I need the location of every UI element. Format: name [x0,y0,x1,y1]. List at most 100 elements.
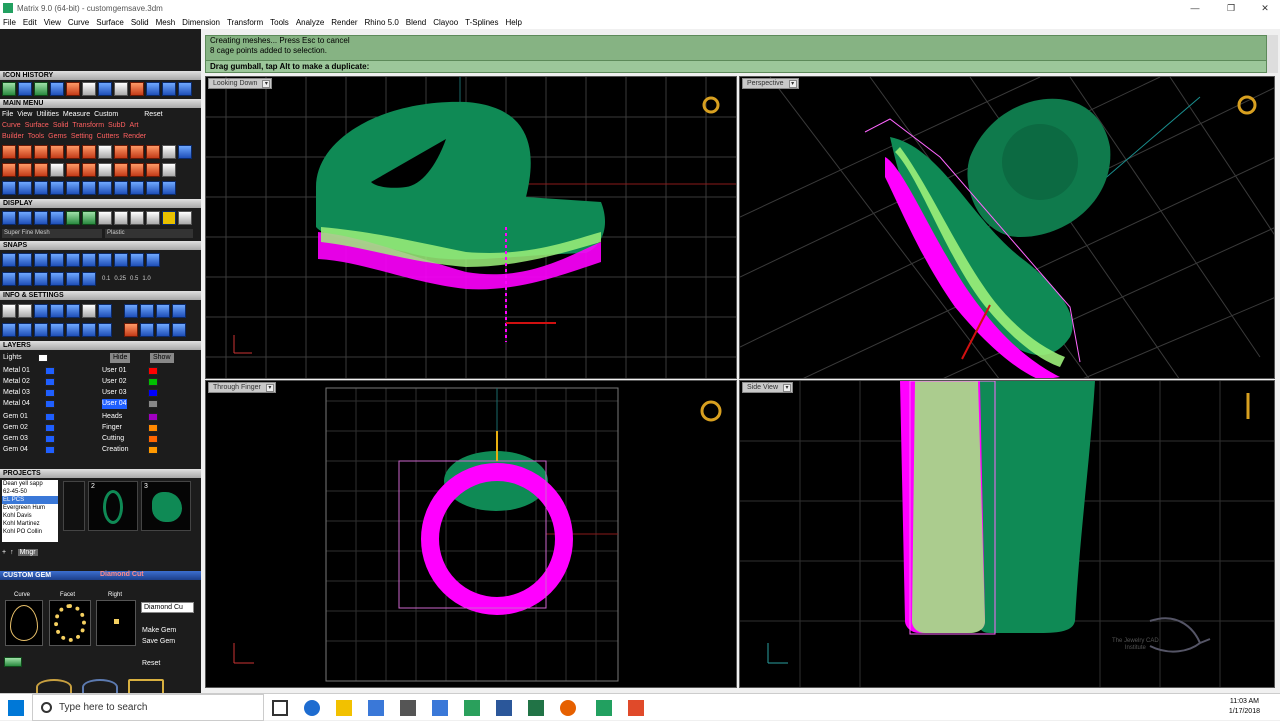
layer-finger[interactable]: Finger [102,423,122,433]
info-icon[interactable] [34,304,48,318]
layer-metal-04[interactable]: Metal 04 [3,399,30,409]
history-icon-6[interactable] [82,82,96,96]
make-gem-button[interactable]: Make Gem [142,627,176,634]
menu-transform[interactable]: Transform [227,18,263,27]
layer-color-swatch[interactable] [148,378,158,386]
layer-heads[interactable]: Heads [102,412,122,422]
command-scrollbar[interactable] [1267,35,1278,73]
layer-color-swatch[interactable] [148,367,158,375]
snap-icon[interactable] [18,253,32,267]
tool-icon[interactable] [2,163,16,177]
word-icon[interactable] [496,700,512,716]
info-icon[interactable] [124,323,138,337]
menu-curve[interactable]: Curve [68,18,89,27]
snap-icon[interactable] [2,253,16,267]
info-icon[interactable] [124,304,138,318]
layer-user-03[interactable]: User 03 [102,388,127,398]
gem-bottom-icon[interactable] [36,679,72,693]
layer-user-01[interactable]: User 01 [102,366,127,376]
gem-tab-curve[interactable]: Curve [14,592,30,598]
layer-user-02[interactable]: User 02 [102,377,127,387]
chevron-down-icon[interactable]: ▾ [783,384,792,392]
layer-gem-04[interactable]: Gem 04 [3,445,28,455]
snap-icon[interactable] [82,253,96,267]
tool-icon[interactable] [114,145,128,159]
chevron-down-icon[interactable]: ▾ [788,80,797,88]
layers-header[interactable]: LAYERS [0,341,201,350]
layer-color-swatch[interactable] [148,400,158,408]
viewport-label-perspective[interactable]: Perspective ▾ [742,78,799,89]
forward-arrow-icon[interactable] [178,82,192,96]
layer-cutting[interactable]: Cutting [102,434,124,444]
layer-color-swatch[interactable] [45,378,55,386]
tool-icon[interactable] [162,163,176,177]
tab-utilities[interactable]: Utilities [36,111,59,118]
menu-dimension[interactable]: Dimension [182,18,220,27]
display-header[interactable]: DISPLAY [0,199,201,208]
info-icon[interactable] [98,323,112,337]
sphere-icon[interactable] [98,211,112,225]
menu-tsplines[interactable]: T-Splines [465,18,498,27]
cat-curve[interactable]: Curve [2,122,21,129]
layer-color-swatch[interactable] [148,389,158,397]
cat-gems[interactable]: Gems [48,133,67,140]
snap-value[interactable]: 1.0 [142,276,150,282]
tab-measure[interactable]: Measure [63,111,90,118]
cat-art[interactable]: Art [130,122,139,129]
project-item[interactable]: EL PCS [2,496,58,504]
viewport-label-front[interactable]: Through Finger ▾ [208,382,276,393]
layer-gem-03[interactable]: Gem 03 [3,434,28,444]
menu-view[interactable]: View [44,18,61,27]
command-prompt[interactable]: Drag gumball, tap Alt to make a duplicat… [206,60,1266,72]
menu-file[interactable]: File [3,18,16,27]
info-icon[interactable] [34,323,48,337]
snap-value[interactable]: 0.25 [114,276,126,282]
display-icon[interactable] [50,211,64,225]
minimize-button[interactable]: — [1178,0,1212,16]
cat-tools[interactable]: Tools [28,133,44,140]
tool-icon[interactable] [34,181,48,195]
cat-transform[interactable]: Transform [72,122,104,129]
history-icon-8[interactable] [114,82,128,96]
layer-metal-02[interactable]: Metal 02 [3,377,30,387]
tool-icon[interactable] [34,145,48,159]
sphere-icon[interactable] [130,211,144,225]
taskbar-search[interactable]: Type here to search [32,694,264,721]
layer-gem-01[interactable]: Gem 01 [3,412,28,422]
snaps-header[interactable]: SNAPS [0,241,201,250]
info-icon[interactable] [66,323,80,337]
project-item[interactable]: 62-45-50 [2,488,58,496]
layer-color-swatch[interactable] [45,389,55,397]
main-menu-header[interactable]: MAIN MENU [0,99,201,108]
project-item[interactable]: Kohl Davis [2,512,58,520]
snap-icon[interactable] [2,272,16,286]
chevron-down-icon[interactable]: ▾ [262,80,271,88]
gem-curve-preview[interactable] [5,600,43,646]
menu-clayoo[interactable]: Clayoo [433,18,458,27]
snap-icon[interactable] [50,272,64,286]
firefox-icon[interactable] [560,700,576,716]
tool-icon[interactable] [82,163,96,177]
tab-custom[interactable]: Custom [94,111,118,118]
viewport-perspective[interactable]: Perspective ▾ [739,76,1275,379]
gem-bottom-icon[interactable] [82,679,118,693]
cat-render[interactable]: Render [123,133,146,140]
history-icon-9[interactable] [130,82,144,96]
tool-icon[interactable] [162,145,176,159]
tool-icon[interactable] [50,163,64,177]
gem-facet-preview[interactable] [49,600,91,646]
snap-icon[interactable] [130,253,144,267]
info-icon[interactable] [82,304,96,318]
snap-icon[interactable] [66,253,80,267]
info-icon[interactable] [50,304,64,318]
history-icon-5[interactable] [66,82,80,96]
gem-bottom-icon[interactable] [128,679,164,693]
history-icon-7[interactable] [98,82,112,96]
layer-creation[interactable]: Creation [102,445,128,455]
layer-color-swatch[interactable] [38,354,48,362]
cat-subd[interactable]: SubD [108,122,126,129]
tool-icon[interactable] [130,145,144,159]
edge-icon[interactable] [304,700,320,716]
project-thumbnail[interactable]: 3 [141,481,191,531]
up-project-icon[interactable]: ↑ [10,549,14,556]
